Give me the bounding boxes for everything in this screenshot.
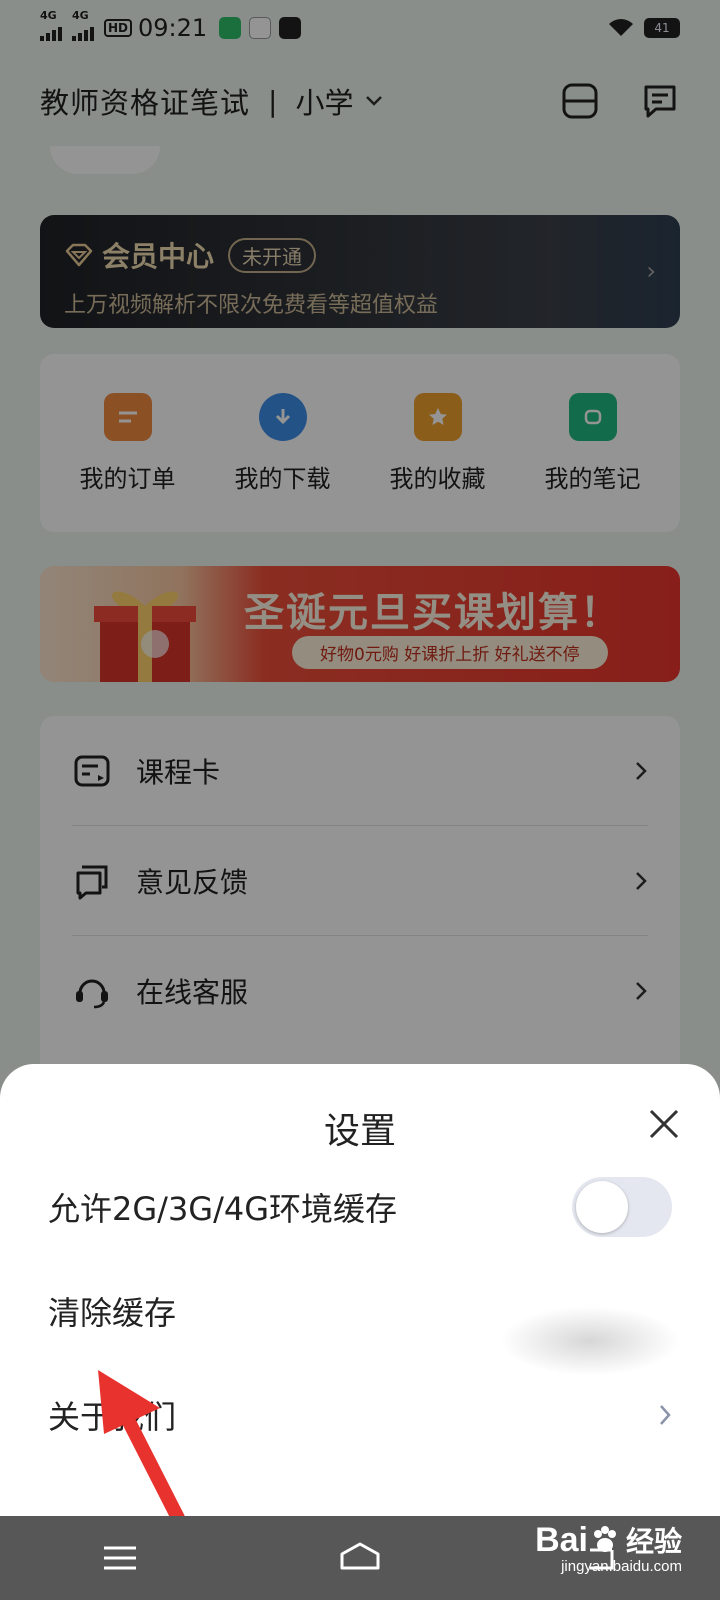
sheet-title: 设置 xyxy=(323,1111,396,1152)
baidu-paw-icon xyxy=(593,1526,616,1552)
home-icon[interactable] xyxy=(338,1538,382,1578)
setting-mobile-cache: 允许2G/3G/4G环境缓存 xyxy=(48,1172,672,1242)
toggle-knob xyxy=(576,1181,628,1233)
watermark-brand-suffix: 经验 xyxy=(625,1526,682,1557)
setting-label: 允许2G/3G/4G环境缓存 xyxy=(48,1190,398,1228)
chevron-right-icon xyxy=(660,1405,671,1425)
setting-label: 清除缓存 xyxy=(48,1294,177,1332)
baidu-jingyan-watermark: Bai 经验 jingyan.baidu.com xyxy=(535,1520,682,1576)
menu-icon[interactable] xyxy=(98,1538,142,1578)
watermark-brand-prefix: Bai xyxy=(535,1520,588,1559)
close-icon[interactable] xyxy=(648,1108,680,1140)
watermark-url: jingyan.baidu.com xyxy=(561,1558,682,1575)
mobile-cache-toggle[interactable] xyxy=(572,1177,672,1237)
red-arrow-annotation xyxy=(98,1370,185,1525)
blurred-region xyxy=(500,1306,680,1376)
